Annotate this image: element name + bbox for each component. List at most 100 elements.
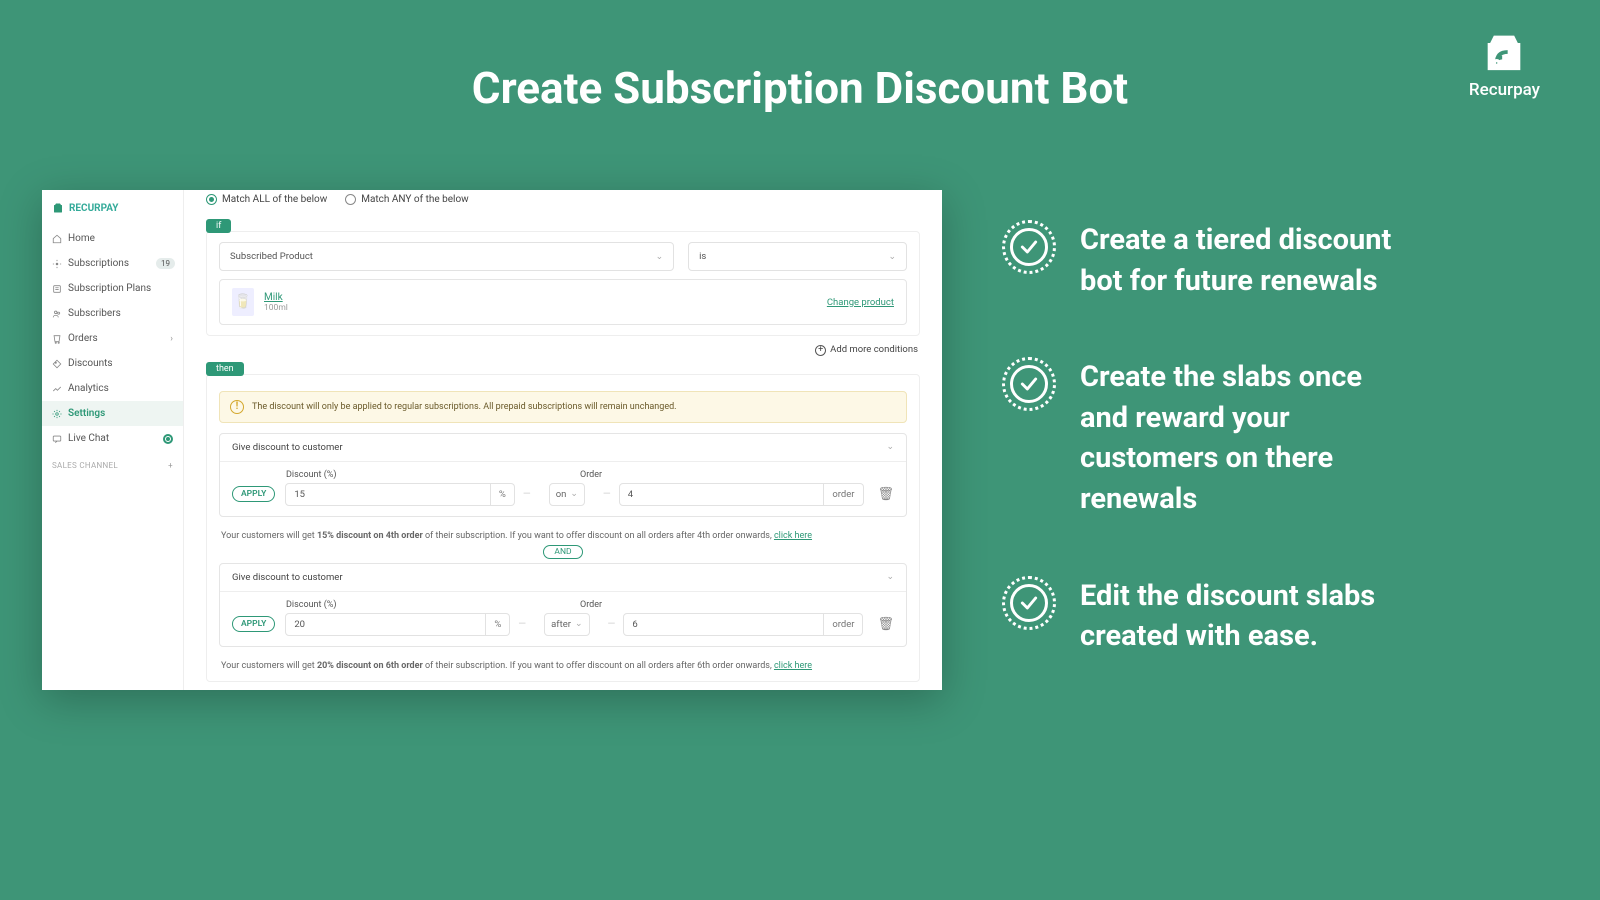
bullet-2: Create the slabs once and reward your cu… bbox=[1002, 357, 1410, 519]
bullet-text: Edit the discount slabs created with eas… bbox=[1080, 576, 1410, 657]
sidebar-item-home[interactable]: Home bbox=[42, 226, 183, 251]
brand-logo: Recurpay bbox=[1469, 30, 1540, 100]
discount-input[interactable]: 20 bbox=[285, 613, 486, 636]
bullet-3: Edit the discount slabs created with eas… bbox=[1002, 576, 1410, 657]
sidebar-brand-label: RECURPAY bbox=[69, 203, 118, 214]
bullet-1: Create a tiered discount bot for future … bbox=[1002, 220, 1410, 301]
sidebar-item-label: Live Chat bbox=[68, 433, 109, 444]
mode-select[interactable]: on⌄ bbox=[549, 483, 585, 506]
chevron-down-icon: ⌄ bbox=[886, 572, 894, 582]
delete-icon[interactable]: 🗑 bbox=[878, 487, 895, 502]
separator: — bbox=[603, 489, 611, 500]
radio-label: Match ANY of the below bbox=[361, 194, 468, 205]
sidebar-item-label: Home bbox=[68, 233, 95, 244]
sidebar-item-label: Discounts bbox=[68, 358, 113, 369]
separator: — bbox=[518, 619, 526, 630]
condition-field-select[interactable]: Subscribed Product ⌄ bbox=[219, 242, 674, 271]
check-circle-icon bbox=[1002, 220, 1056, 274]
sidebar-item-label: Settings bbox=[68, 408, 105, 419]
feature-bullets: Create a tiered discount bot for future … bbox=[1002, 190, 1410, 713]
sidebar-item-label: Subscription Plans bbox=[68, 283, 151, 294]
separator: — bbox=[523, 489, 531, 500]
if-tag: if bbox=[206, 219, 231, 233]
check-circle-icon bbox=[1002, 576, 1056, 630]
condition-operator-select[interactable]: is ⌄ bbox=[688, 242, 907, 271]
sidebar-item-label: Subscriptions bbox=[68, 258, 129, 269]
product-name[interactable]: Milk bbox=[264, 292, 288, 303]
delete-icon[interactable]: 🗑 bbox=[877, 617, 894, 632]
radio-off-icon bbox=[345, 194, 356, 205]
discount-hint-2: Your customers will get 20% discount on … bbox=[219, 653, 907, 671]
order-input[interactable]: 4 bbox=[619, 483, 825, 506]
page-title: Create Subscription Discount Bot bbox=[0, 0, 1600, 114]
match-all-radio[interactable]: Match ALL of the below bbox=[206, 194, 327, 205]
discount-block-2: Give discount to customer ⌄ Discount (%)… bbox=[219, 563, 907, 647]
app-screenshot: RECURPAY Home Subscriptions 19 Subscript… bbox=[42, 190, 942, 690]
order-input[interactable]: 6 bbox=[623, 613, 824, 636]
plus-circle-icon: + bbox=[815, 345, 826, 356]
bullet-text: Create the slabs once and reward your cu… bbox=[1080, 357, 1410, 519]
sidebar-item-live-chat[interactable]: Live Chat bbox=[42, 426, 183, 451]
order-unit: order bbox=[824, 613, 863, 636]
product-thumbnail-icon: 🥛 bbox=[232, 288, 254, 316]
badge: 19 bbox=[156, 258, 175, 269]
sidebar-brand: RECURPAY bbox=[42, 190, 183, 226]
discount-block-header[interactable]: Give discount to customer ⌄ bbox=[220, 434, 906, 462]
order-unit: order bbox=[824, 483, 863, 506]
click-here-link[interactable]: click here bbox=[774, 531, 812, 541]
match-mode-row: Match ALL of the below Match ANY of the … bbox=[206, 190, 920, 213]
discount-column-label: Discount (%) bbox=[286, 470, 580, 480]
sidebar-item-label: Subscribers bbox=[68, 308, 121, 319]
apply-pill: APPLY bbox=[232, 486, 275, 502]
brand-name: Recurpay bbox=[1469, 80, 1540, 100]
product-variant: 100ml bbox=[264, 303, 288, 313]
sidebar-item-subscriptions[interactable]: Subscriptions 19 bbox=[42, 251, 183, 276]
click-here-link[interactable]: click here bbox=[774, 661, 812, 671]
discount-hint-1: Your customers will get 15% discount on … bbox=[219, 523, 907, 541]
chevron-down-icon: ⌄ bbox=[575, 619, 583, 629]
percent-unit: % bbox=[491, 483, 515, 506]
main-content: Match ALL of the below Match ANY of the … bbox=[184, 190, 942, 690]
discount-input[interactable]: 15 bbox=[285, 483, 491, 506]
sidebar-item-orders[interactable]: Orders › bbox=[42, 326, 183, 351]
change-product-link[interactable]: Change product bbox=[827, 297, 894, 308]
radio-on-icon bbox=[206, 194, 217, 205]
and-separator: AND bbox=[543, 545, 582, 559]
sidebar-item-settings[interactable]: Settings bbox=[42, 401, 183, 426]
plus-icon[interactable]: + bbox=[168, 461, 173, 470]
section-label: SALES CHANNEL bbox=[52, 461, 118, 470]
warning-icon: ! bbox=[230, 400, 244, 414]
sidebar: RECURPAY Home Subscriptions 19 Subscript… bbox=[42, 190, 184, 690]
block-title: Give discount to customer bbox=[232, 442, 343, 453]
sidebar-item-discounts[interactable]: Discounts bbox=[42, 351, 183, 376]
block-title: Give discount to customer bbox=[232, 572, 343, 583]
percent-unit: % bbox=[486, 613, 510, 636]
match-any-radio[interactable]: Match ANY of the below bbox=[345, 194, 468, 205]
alert-text: The discount will only be applied to reg… bbox=[252, 402, 677, 412]
order-column-label: Order bbox=[580, 600, 602, 610]
sidebar-item-analytics[interactable]: Analytics bbox=[42, 376, 183, 401]
sidebar-item-subscribers[interactable]: Subscribers bbox=[42, 301, 183, 326]
mode-select[interactable]: after⌄ bbox=[544, 613, 589, 636]
apply-pill: APPLY bbox=[232, 616, 275, 632]
sidebar-item-subscription-plans[interactable]: Subscription Plans bbox=[42, 276, 183, 301]
select-value: is bbox=[699, 251, 706, 262]
chevron-down-icon: ⌄ bbox=[886, 442, 894, 452]
sidebar-item-label: Analytics bbox=[68, 383, 109, 394]
chevron-down-icon: ⌄ bbox=[570, 489, 578, 499]
select-value: Subscribed Product bbox=[230, 251, 313, 262]
discount-block-header[interactable]: Give discount to customer ⌄ bbox=[220, 564, 906, 592]
bullet-text: Create a tiered discount bot for future … bbox=[1080, 220, 1410, 301]
check-circle-icon bbox=[1002, 357, 1056, 411]
sidebar-section-sales-channel: SALES CHANNEL + bbox=[42, 451, 183, 474]
add-more-conditions-button[interactable]: + Add more conditions bbox=[206, 336, 920, 356]
discount-block-1: Give discount to customer ⌄ Discount (%)… bbox=[219, 433, 907, 517]
order-column-label: Order bbox=[580, 470, 602, 480]
separator: — bbox=[608, 619, 616, 630]
radio-label: Match ALL of the below bbox=[222, 194, 327, 205]
discount-column-label: Discount (%) bbox=[286, 600, 580, 610]
chevron-down-icon: ⌄ bbox=[888, 252, 896, 262]
warning-alert: ! The discount will only be applied to r… bbox=[219, 391, 907, 423]
chevron-down-icon: ⌄ bbox=[656, 252, 664, 262]
add-more-label: Add more conditions bbox=[830, 344, 918, 355]
